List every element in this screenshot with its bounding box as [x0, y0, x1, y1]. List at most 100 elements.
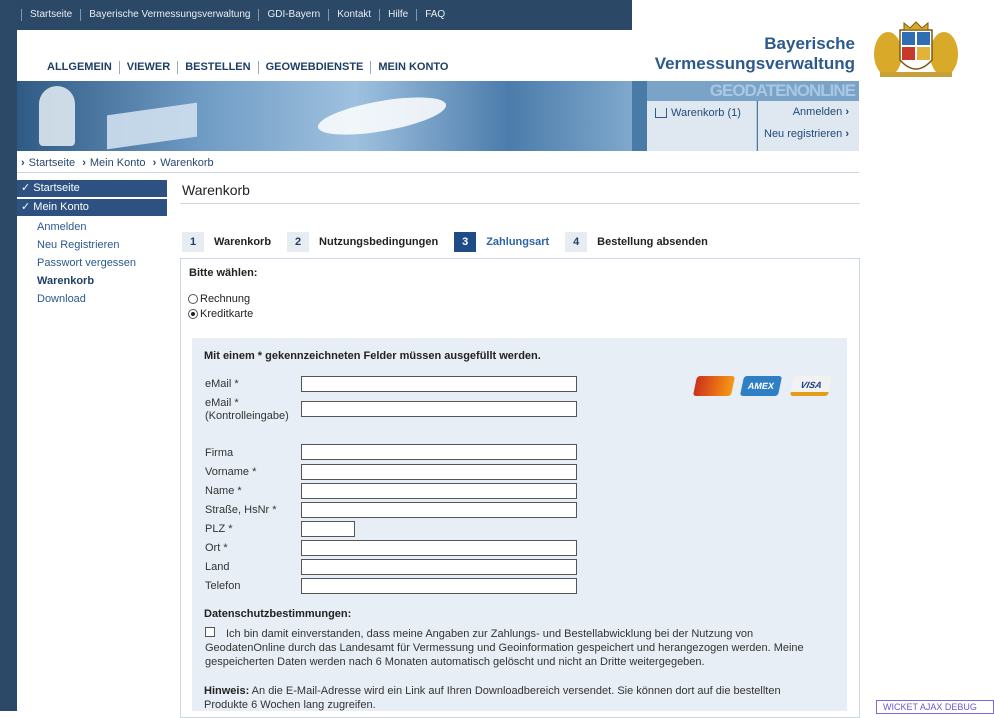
name-input[interactable] — [301, 483, 577, 499]
download-hint: Hinweis: An die E-Mail-Adresse wird ein … — [204, 684, 824, 712]
privacy-consent-checkbox[interactable] — [205, 627, 215, 637]
divider — [17, 172, 859, 173]
bavarian-coat-of-arms-icon — [874, 21, 958, 77]
telefon-label: Telefon — [205, 580, 241, 592]
visa-icon: VISA — [789, 376, 833, 396]
breadcrumb: › Startseite › Mein Konto › Warenkorb — [17, 157, 214, 169]
mastercard-icon — [692, 376, 736, 396]
payment-option-rechnung[interactable]: Rechnung — [188, 293, 250, 305]
step-number: 1 — [182, 232, 204, 252]
register-link[interactable]: Neu registrieren › — [758, 123, 849, 145]
email-label: eMail * — [205, 378, 239, 390]
divider — [180, 203, 860, 204]
topnav-kontakt[interactable]: Kontakt — [328, 9, 379, 21]
sidebar: ✓ Startseite ✓ Mein Konto Anmelden Neu R… — [17, 180, 167, 308]
checkout-steps: 1 Warenkorb 2 Nutzungsbedingungen 3 Zahl… — [182, 232, 724, 252]
plz-label: PLZ * — [205, 523, 233, 535]
breadcrumb-warenkorb: Warenkorb — [160, 157, 214, 169]
wicket-ajax-debug-link[interactable]: WICKET AJAX DEBUG — [876, 700, 994, 714]
brand-title: Bayerische Vermessungsverwaltung — [655, 34, 855, 74]
hint-text: An die E-Mail-Adresse wird ein Link auf … — [204, 685, 781, 711]
land-input[interactable] — [301, 559, 577, 575]
step-number: 2 — [287, 232, 310, 252]
sidebar-item-warenkorb[interactable]: Warenkorb — [17, 272, 167, 290]
sidebar-item-mein-konto[interactable]: ✓ Mein Konto — [17, 199, 167, 216]
firma-input[interactable] — [301, 444, 577, 460]
cart-link[interactable]: Warenkorb (1) — [647, 101, 757, 151]
privacy-title: Datenschutzbestimmungen: — [204, 608, 352, 620]
chevron-right-icon: › — [21, 157, 25, 169]
header-banner: GEODATENONLINE Warenkorb (1) Anmelden › … — [17, 81, 859, 151]
main-navigation: ALLGEMEIN VIEWER BESTELLEN GEOWEBDIENSTE… — [40, 61, 455, 74]
cart-label: Warenkorb (1) — [671, 107, 741, 119]
mainnav-bestellen[interactable]: BESTELLEN — [177, 61, 257, 74]
strasse-label: Straße, HsNr * — [205, 504, 277, 516]
banner-person-image — [39, 86, 75, 146]
payment-option-kreditkarte[interactable]: Kreditkarte — [188, 308, 253, 320]
sidebar-item-download[interactable]: Download — [17, 290, 167, 308]
topnav-gdi-bayern[interactable]: GDI-Bayern — [258, 9, 328, 21]
radio-label: Rechnung — [200, 293, 251, 305]
ort-label: Ort * — [205, 542, 228, 554]
top-navigation: Startseite Bayerische Vermessungsverwalt… — [17, 0, 632, 30]
sidebar-item-neu-registrieren[interactable]: Neu Registrieren — [17, 236, 167, 254]
name-label: Name * — [205, 485, 242, 497]
chevron-right-icon: › — [152, 157, 157, 169]
email-input[interactable] — [301, 376, 577, 392]
mainnav-geowebdienste[interactable]: GEOWEBDIENSTE — [257, 61, 371, 74]
radio-label: Kreditkarte — [200, 308, 254, 320]
step-label: Zahlungsart — [486, 236, 550, 248]
vorname-label: Vorname * — [205, 466, 257, 478]
privacy-text: Ich bin damit einverstanden, dass meine … — [205, 628, 804, 668]
ort-input[interactable] — [301, 540, 577, 556]
firma-label: Firma — [205, 447, 234, 459]
telefon-input[interactable] — [301, 578, 577, 594]
step-warenkorb[interactable]: 1 Warenkorb — [182, 232, 271, 252]
sidebar-item-startseite[interactable]: ✓ Startseite — [17, 180, 167, 197]
banner-photo — [17, 81, 632, 151]
brand-line-2: Vermessungsverwaltung — [654, 54, 855, 73]
radio-rechnung[interactable] — [188, 294, 198, 304]
email-confirm-label: eMail * (Kontrolleingabe) — [205, 397, 289, 422]
land-label: Land — [205, 561, 230, 573]
step-label: Warenkorb — [214, 236, 272, 248]
mainnav-viewer[interactable]: VIEWER — [118, 61, 177, 74]
step-label: Bestellung absenden — [597, 236, 708, 248]
topnav-startseite[interactable]: Startseite — [21, 9, 80, 21]
chevron-right-icon: › — [845, 106, 849, 118]
sidebar-item-passwort-vergessen[interactable]: Passwort vergessen — [17, 254, 167, 272]
strasse-input[interactable] — [301, 502, 577, 518]
step-nutzungsbedingungen[interactable]: 2 Nutzungsbedingungen — [287, 232, 438, 252]
sidebar-item-anmelden[interactable]: Anmelden — [17, 218, 167, 236]
step-bestellung-absenden[interactable]: 4 Bestellung absenden — [565, 232, 708, 252]
amex-icon: AMEX — [739, 376, 783, 396]
choose-label: Bitte wählen: — [189, 267, 258, 279]
radio-kreditkarte[interactable] — [188, 309, 198, 319]
step-zahlungsart[interactable]: 3 Zahlungsart — [454, 232, 549, 252]
topnav-faq[interactable]: FAQ — [416, 9, 453, 21]
brand-line-1: Bayerische — [764, 34, 855, 53]
left-edge-bar — [0, 0, 17, 711]
shopping-cart-icon — [655, 108, 667, 119]
chevron-right-icon: › — [845, 128, 849, 140]
step-number: 4 — [565, 232, 588, 252]
plz-input[interactable] — [301, 521, 355, 537]
step-label: Nutzungsbedingungen — [319, 236, 439, 248]
mainnav-mein-konto[interactable]: MEIN KONTO — [370, 61, 455, 74]
topnav-vermessungsverwaltung[interactable]: Bayerische Vermessungsverwaltung — [80, 9, 258, 21]
login-link[interactable]: Anmelden › — [758, 101, 849, 123]
mainnav-allgemein[interactable]: ALLGEMEIN — [40, 61, 119, 74]
banner-screen-image — [107, 102, 197, 150]
required-fields-note: Mit einem * gekennzeichneten Felder müss… — [204, 350, 541, 362]
hint-label: Hinweis: — [204, 685, 250, 697]
email-confirm-input[interactable] — [301, 401, 577, 417]
geodatenonline-logo: GEODATENONLINE — [647, 81, 859, 101]
vorname-input[interactable] — [301, 464, 577, 480]
topnav-hilfe[interactable]: Hilfe — [379, 9, 416, 21]
banner-swoosh — [315, 89, 449, 143]
step-number: 3 — [454, 232, 477, 252]
breadcrumb-mein-konto[interactable]: Mein Konto — [90, 157, 146, 169]
breadcrumb-startseite[interactable]: Startseite — [29, 157, 75, 169]
account-links: Anmelden › Neu registrieren › — [758, 101, 859, 151]
chevron-right-icon: › — [82, 157, 86, 169]
